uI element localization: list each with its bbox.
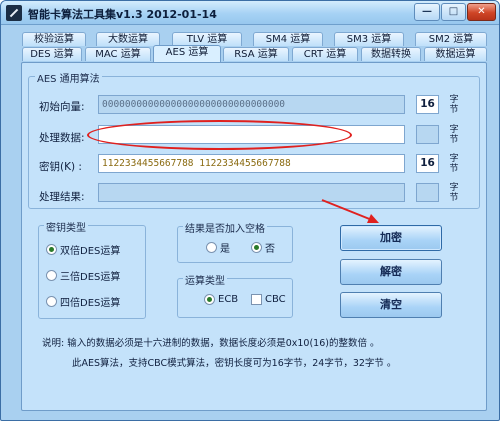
radio-selected-icon [46, 244, 57, 255]
maximize-button[interactable]: □ [441, 3, 466, 21]
key-type-triple-option[interactable]: 三倍DES运算 [46, 268, 120, 283]
radio-icon [46, 296, 57, 307]
add-space-no-label: 否 [265, 244, 275, 255]
tab-bignum[interactable]: 大数运算 [96, 32, 160, 46]
radio-icon [46, 270, 57, 281]
radio-selected-icon [204, 294, 215, 305]
result-label: 处理结果: [39, 191, 85, 203]
close-button[interactable]: ✕ [467, 3, 496, 21]
op-type-cbc-option[interactable]: CBC [251, 294, 286, 305]
key-label: 密钥(K) : [39, 161, 82, 173]
tab-sm3[interactable]: SM3 运算 [334, 32, 404, 46]
result-field[interactable] [98, 183, 405, 202]
add-space-no-option[interactable]: 否 [251, 240, 275, 255]
checkbox-icon [251, 294, 262, 305]
app-icon [6, 5, 22, 21]
key-length: 16 [416, 154, 439, 173]
op-type-ecb-option[interactable]: ECB [204, 294, 238, 305]
tab-data-ops[interactable]: 数据运算 [424, 47, 487, 61]
add-space-yes-option[interactable]: 是 [206, 240, 230, 255]
key-type-double-label: 双倍DES运算 [60, 246, 121, 257]
key-type-double-option[interactable]: 双倍DES运算 [46, 242, 120, 257]
tab-aes[interactable]: AES 运算 [153, 45, 221, 62]
iv-unit: 字节 [449, 95, 459, 115]
app-window: 智能卡算法工具集v1.3 2012-01-14 — □ ✕ 校验运算 大数运算 … [0, 0, 500, 421]
note-line-2: 此AES算法，支持CBC模式算法，密钥长度可为16字节，24字节，32字节 。 [72, 358, 397, 369]
key-type-quad-option[interactable]: 四倍DES运算 [46, 294, 120, 309]
op-type-title: 运算类型 [183, 272, 227, 287]
radio-selected-icon [251, 242, 262, 253]
data-unit: 字节 [449, 125, 459, 145]
window-title: 智能卡算法工具集v1.3 2012-01-14 [28, 8, 217, 21]
note-line-1: 说明: 输入的数据必须是十六进制的数据，数据长度必须是0x10(16)的整数倍 … [42, 338, 380, 349]
clear-button[interactable]: 清空 [340, 292, 442, 318]
data-input[interactable] [98, 125, 405, 144]
title-bar[interactable]: 智能卡算法工具集v1.3 2012-01-14 — □ ✕ [1, 1, 499, 25]
data-label: 处理数据: [39, 132, 85, 144]
tab-des[interactable]: DES 运算 [22, 47, 82, 61]
tab-sm4[interactable]: SM4 运算 [253, 32, 323, 46]
encrypt-button[interactable]: 加密 [340, 225, 442, 251]
tab-data-convert[interactable]: 数据转换 [361, 47, 421, 61]
tab-tlv[interactable]: TLV 运算 [172, 32, 242, 46]
iv-length: 16 [416, 95, 439, 114]
data-length [416, 125, 439, 144]
tab-rsa[interactable]: RSA 运算 [223, 47, 289, 61]
result-length [416, 183, 439, 202]
aes-group-title: AES 通用算法 [35, 70, 102, 85]
tab-mac[interactable]: MAC 运算 [85, 47, 151, 61]
iv-field[interactable]: 00000000000000000000000000000000 [98, 95, 405, 114]
tab-crt[interactable]: CRT 运算 [292, 47, 358, 61]
add-space-yes-label: 是 [220, 244, 230, 255]
op-type-cbc-label: CBC [265, 294, 286, 305]
minimize-button[interactable]: — [414, 3, 440, 21]
result-unit: 字节 [449, 183, 459, 203]
key-type-title: 密钥类型 [44, 219, 88, 234]
decrypt-button[interactable]: 解密 [340, 259, 442, 285]
tab-sm2[interactable]: SM2 运算 [415, 32, 487, 46]
iv-label: 初始向量: [39, 101, 85, 113]
key-unit: 字节 [449, 154, 459, 174]
key-type-triple-label: 三倍DES运算 [60, 272, 121, 283]
tab-checksum[interactable]: 校验运算 [22, 32, 86, 46]
key-type-quad-label: 四倍DES运算 [60, 298, 121, 309]
key-input[interactable]: 1122334455667788 1122334455667788 [98, 154, 405, 173]
op-type-ecb-label: ECB [218, 294, 239, 305]
radio-icon [206, 242, 217, 253]
add-space-title: 结果是否加入空格 [183, 220, 267, 235]
